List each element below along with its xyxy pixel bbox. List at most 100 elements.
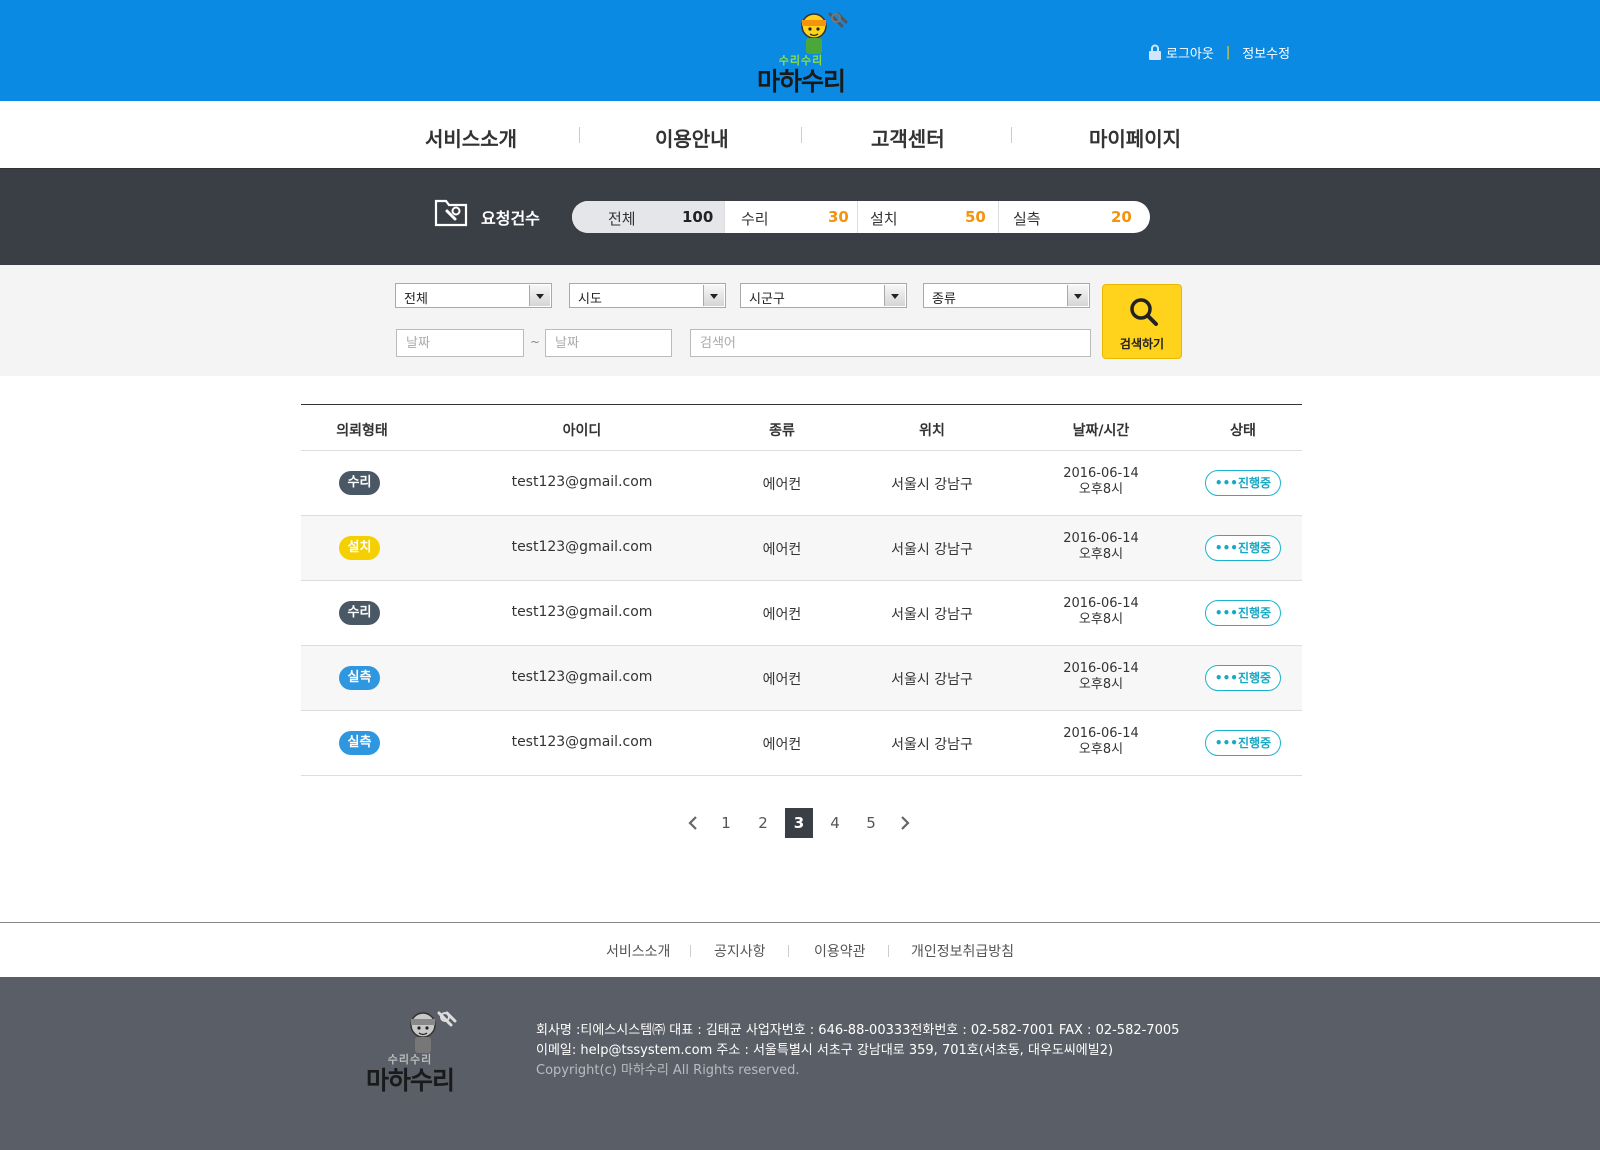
logo-title: 마하수리 <box>756 67 846 96</box>
kind-select-value: 종류 <box>932 292 956 307</box>
status-label: 진행중 <box>1237 671 1272 685</box>
count-measure[interactable]: 실측 20 <box>998 201 1150 233</box>
more-dots-icon: ••• <box>1214 541 1238 555</box>
page-1[interactable]: 1 <box>712 808 740 838</box>
location-cell: 서울시 강남구 <box>891 672 973 688</box>
col-header-type: 의뢰형태 <box>336 423 388 439</box>
nav-item-mypage[interactable]: 마이페이지 <box>1089 123 1181 152</box>
user-id-cell: test123@gmail.com <box>511 734 653 750</box>
keyword-search-input[interactable] <box>690 329 1091 357</box>
status-in-progress-button[interactable]: •••진행중 <box>1205 730 1281 756</box>
date-text: 2016-06-14 <box>1063 726 1139 741</box>
col-header-datetime: 날짜/시간 <box>1072 423 1130 439</box>
time-text: 오후8시 <box>1078 482 1124 497</box>
kind-cell: 에어컨 <box>762 542 802 558</box>
status-in-progress-button[interactable]: •••진행중 <box>1205 470 1281 496</box>
table-row[interactable]: 수리 test123@gmail.com 에어컨 서울시 강남구 2016-06-14 오… <box>301 451 1302 516</box>
status-label: 진행중 <box>1237 736 1272 750</box>
count-install-value: 50 <box>965 208 986 226</box>
datetime-cell: 2016-06-14 오후8시 <box>1021 466 1181 498</box>
search-filters: 전체 시도 시군구 종류 ~ 검색하기 <box>0 265 1600 376</box>
footer-link-terms[interactable]: 이용약관 <box>814 941 866 961</box>
footer-link-privacy[interactable]: 개인정보취급방침 <box>911 941 1014 961</box>
status-in-progress-button[interactable]: •••진행중 <box>1205 535 1281 561</box>
chevron-down-icon <box>1067 285 1088 306</box>
chevron-down-icon <box>529 285 550 306</box>
main-nav: 서비스소개 이용안내 고객센터 마이페이지 <box>0 101 1600 169</box>
company-details: 회사명 :티에스시스템㈜ 대표 : 김태균 사업자번호 : 646-88-003… <box>536 1023 1180 1038</box>
table-header: 의뢰형태 아이디 종류 위치 날짜/시간 상태 <box>301 405 1302 451</box>
table-row[interactable]: 실측 test123@gmail.com 에어컨 서울시 강남구 2016-06-14 오… <box>301 711 1302 776</box>
category-select[interactable]: 전체 <box>395 283 552 308</box>
copyright: Copyright(c) 마하수리 All Rights reserved. <box>536 1063 800 1078</box>
request-count-pill: 전체 100 수리 30 설치 50 실측 20 <box>572 201 1150 233</box>
search-button[interactable]: 검색하기 <box>1102 284 1182 359</box>
footer-logo: 수리수리 마하수리 <box>354 1007 466 1095</box>
footer-link-divider <box>888 945 889 957</box>
count-repair[interactable]: 수리 30 <box>724 201 857 233</box>
kind-cell: 에어컨 <box>762 737 802 753</box>
date-text: 2016-06-14 <box>1063 596 1139 611</box>
more-dots-icon: ••• <box>1214 671 1238 685</box>
request-table: 의뢰형태 아이디 종류 위치 날짜/시간 상태 수리 test123@gmail.… <box>301 404 1302 776</box>
district-select[interactable]: 시군구 <box>740 283 907 308</box>
col-header-status: 상태 <box>1230 423 1256 439</box>
datetime-cell: 2016-06-14 오후8시 <box>1021 531 1181 563</box>
col-header-kind: 종류 <box>769 423 795 439</box>
chevron-down-icon <box>703 285 724 306</box>
request-type-badge: 실측 <box>339 731 380 755</box>
chevron-right-icon[interactable] <box>898 815 912 831</box>
page-2[interactable]: 2 <box>749 808 777 838</box>
more-dots-icon: ••• <box>1214 606 1238 620</box>
company-contact: 이메일: help@tssystem.com 주소 : 서울특별시 서초구 강남… <box>536 1043 1114 1058</box>
count-repair-label: 수리 <box>741 210 769 228</box>
datetime-cell: 2016-06-14 오후8시 <box>1021 661 1181 693</box>
company-info: 회사명 :티에스시스템㈜ 대표 : 김태균 사업자번호 : 646-88-003… <box>536 1021 1179 1081</box>
col-header-id: 아이디 <box>562 423 602 439</box>
status-label: 진행중 <box>1237 541 1272 555</box>
request-count-bar: 요청건수 전체 100 수리 30 설치 50 실측 20 <box>0 169 1600 265</box>
chevron-left-icon[interactable] <box>686 815 700 831</box>
nav-item-guide[interactable]: 이용안내 <box>655 123 729 152</box>
kind-cell: 에어컨 <box>762 607 802 623</box>
footer-link-notice[interactable]: 공지사항 <box>714 941 766 961</box>
location-cell: 서울시 강남구 <box>891 607 973 623</box>
page-4[interactable]: 4 <box>821 808 849 838</box>
time-text: 오후8시 <box>1078 547 1124 562</box>
kind-cell: 에어컨 <box>762 672 802 688</box>
table-row[interactable]: 실측 test123@gmail.com 에어컨 서울시 강남구 2016-06-14 오… <box>301 646 1302 711</box>
edit-info-link[interactable]: 정보수정 <box>1242 43 1290 62</box>
date-from-input[interactable] <box>396 329 524 357</box>
nav-item-customer-center[interactable]: 고객센터 <box>871 123 945 152</box>
logout-link[interactable]: 로그아웃 <box>1166 43 1214 62</box>
count-measure-label: 실측 <box>1013 210 1041 228</box>
status-in-progress-button[interactable]: •••진행중 <box>1205 600 1281 626</box>
count-total[interactable]: 전체 100 <box>572 201 724 233</box>
province-select[interactable]: 시도 <box>569 283 726 308</box>
footer-link-service-intro[interactable]: 서비스소개 <box>606 941 670 961</box>
count-install[interactable]: 설치 50 <box>857 201 998 233</box>
page-5[interactable]: 5 <box>857 808 885 838</box>
request-type-badge: 수리 <box>339 471 380 495</box>
nav-item-service-intro[interactable]: 서비스소개 <box>425 123 517 152</box>
location-cell: 서울시 강남구 <box>891 477 973 493</box>
site-logo[interactable]: 수리수리 마하수리 <box>745 8 857 96</box>
date-text: 2016-06-14 <box>1063 466 1139 481</box>
request-type-badge: 수리 <box>339 601 380 625</box>
nav-divider <box>801 127 802 143</box>
site-footer: 수리수리 마하수리 회사명 :티에스시스템㈜ 대표 : 김태균 사업자번호 : … <box>0 977 1600 1150</box>
page-3-current[interactable]: 3 <box>785 808 813 838</box>
request-count-title: 요청건수 <box>481 209 540 228</box>
datetime-cell: 2016-06-14 오후8시 <box>1021 726 1181 758</box>
nav-divider <box>579 127 580 143</box>
kind-select[interactable]: 종류 <box>923 283 1090 308</box>
search-icon <box>1130 298 1158 326</box>
count-install-label: 설치 <box>870 210 898 228</box>
status-in-progress-button[interactable]: •••진행중 <box>1205 665 1281 691</box>
table-row[interactable]: 수리 test123@gmail.com 에어컨 서울시 강남구 2016-06-14 오… <box>301 581 1302 646</box>
table-row[interactable]: 설치 test123@gmail.com 에어컨 서울시 강남구 2016-06-14 오… <box>301 516 1302 581</box>
top-header: 수리수리 마하수리 로그아웃 | 정보수정 <box>0 0 1600 101</box>
date-to-input[interactable] <box>545 329 672 357</box>
time-text: 오후8시 <box>1078 742 1124 757</box>
province-select-value: 시도 <box>578 292 602 307</box>
